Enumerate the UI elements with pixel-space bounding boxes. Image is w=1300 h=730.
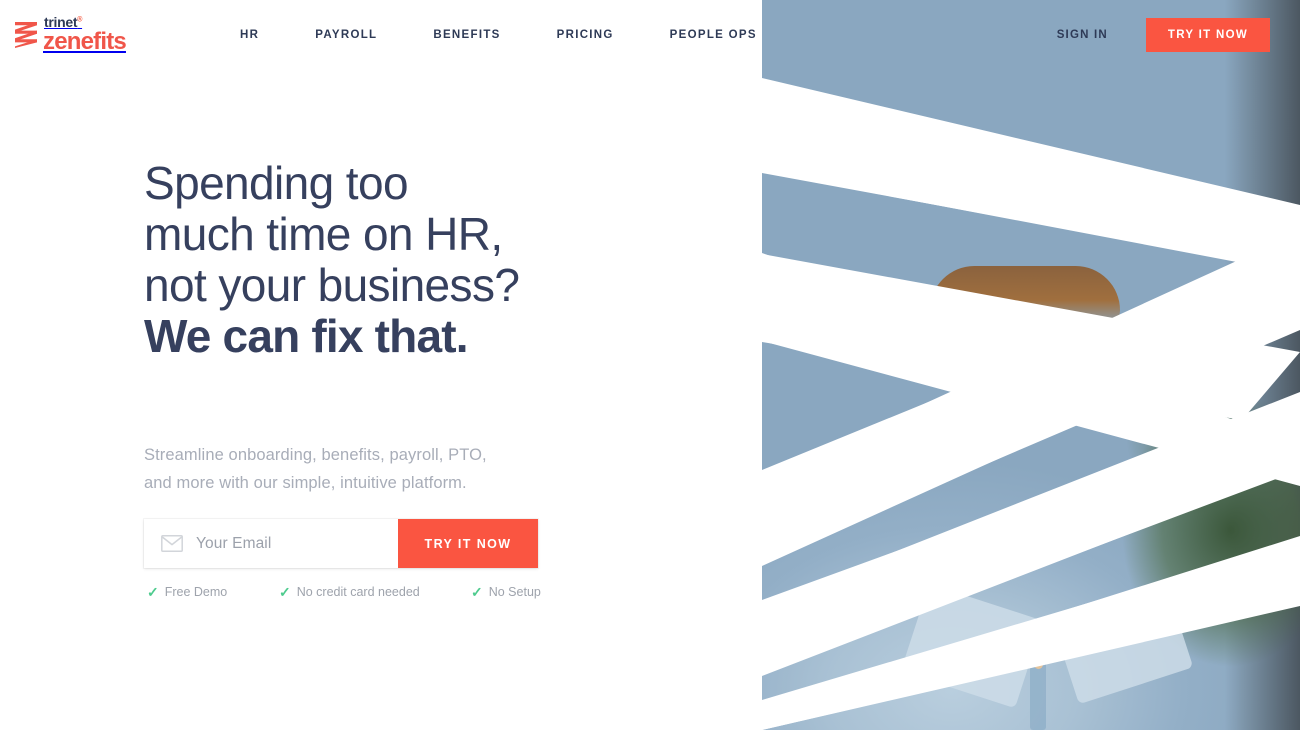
- perks-list: ✓ Free Demo ✓ No credit card needed ✓ No…: [147, 585, 567, 599]
- photo-eye-left: [954, 332, 981, 345]
- photo-collar-left: [900, 583, 1044, 709]
- nav-item-people-ops[interactable]: PEOPLE OPS: [670, 29, 757, 41]
- perk-item-no-setup: ✓ No Setup: [471, 585, 541, 599]
- primary-nav: HR PAYROLL BENEFITS PRICING PEOPLE OPS: [240, 0, 757, 70]
- perk-item-free-demo: ✓ Free Demo: [147, 585, 279, 599]
- headline-line-4: We can fix that.: [144, 310, 469, 362]
- hero-subheading: Streamline onboarding, benefits, payroll…: [144, 441, 574, 497]
- landing-page: trinet® zenefits HR PAYROLL BENEFITS PRI…: [0, 0, 1300, 730]
- logo-wordmark: trinet® zenefits: [43, 15, 127, 55]
- header-try-it-now-button[interactable]: TRY IT NOW: [1145, 18, 1270, 52]
- photo-teeth: [981, 400, 1047, 416]
- perk-label: Free Demo: [164, 585, 228, 599]
- perk-label: No credit card needed: [296, 585, 420, 599]
- email-input[interactable]: [196, 534, 398, 553]
- check-icon: ✓: [147, 584, 159, 600]
- email-field-wrapper: [144, 519, 398, 568]
- envelope-icon: [161, 535, 183, 552]
- nav-item-pricing[interactable]: PRICING: [557, 29, 614, 41]
- photo-brow-right: [1024, 316, 1060, 322]
- page-title: Spending too much time on HR, not your b…: [144, 158, 704, 362]
- hero-photo: [762, 0, 1300, 730]
- photo-nose: [998, 366, 1012, 386]
- sign-in-link[interactable]: SIGN IN: [1057, 29, 1108, 41]
- logo-trinet-label: trinet: [44, 13, 78, 30]
- headline-line-3: not your business?: [144, 259, 520, 311]
- nav-item-payroll[interactable]: PAYROLL: [315, 29, 377, 41]
- nav-item-benefits[interactable]: BENEFITS: [433, 29, 500, 41]
- photo-collar-right: [1050, 579, 1194, 705]
- subheading-line-2: and more with our simple, intuitive plat…: [144, 474, 467, 492]
- form-try-it-now-button[interactable]: TRY IT NOW: [398, 519, 538, 568]
- site-header: trinet® zenefits HR PAYROLL BENEFITS PRI…: [0, 0, 1300, 70]
- check-icon: ✓: [471, 584, 483, 600]
- photo-brow-left: [948, 318, 984, 324]
- headline-line-2: much time on HR,: [144, 208, 503, 260]
- perk-item-no-credit-card: ✓ No credit card needed: [279, 585, 471, 599]
- hero-image: [762, 0, 1300, 730]
- logo[interactable]: trinet® zenefits: [14, 12, 144, 56]
- check-icon: ✓: [279, 584, 291, 600]
- logo-zenefits-label: zenefits: [43, 27, 127, 55]
- logo-trinet-text: trinet®: [43, 15, 126, 29]
- photo-shirt-placket: [1030, 620, 1046, 730]
- headline-line-1: Spending too: [144, 157, 409, 209]
- signup-form: TRY IT NOW: [144, 519, 538, 568]
- nav-item-hr[interactable]: HR: [240, 29, 259, 41]
- photo-shirt-button: [1034, 660, 1043, 669]
- header-actions: SIGN IN TRY IT NOW: [1057, 0, 1270, 70]
- perk-label: No Setup: [488, 585, 541, 599]
- logo-trademark: ®: [77, 15, 83, 23]
- zigzag-z-icon: [15, 22, 37, 48]
- subheading-line-1: Streamline onboarding, benefits, payroll…: [144, 446, 487, 464]
- photo-eye-right: [1030, 330, 1057, 343]
